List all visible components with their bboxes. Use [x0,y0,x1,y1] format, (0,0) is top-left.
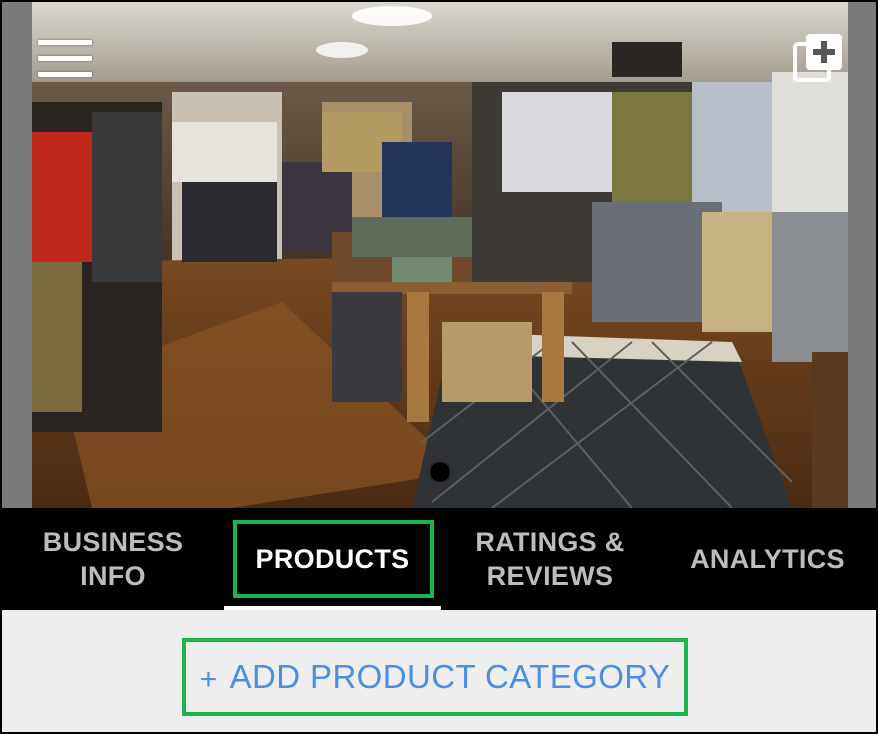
hamburger-menu-icon[interactable] [38,38,92,82]
tab-ratings-reviews[interactable]: RATINGS & REVIEWS [441,508,659,610]
add-product-category-button[interactable]: + ADD PRODUCT CATEGORY [182,638,688,716]
store-photo [32,2,848,508]
hero-banner [2,2,876,508]
products-content: + ADD PRODUCT CATEGORY [2,610,876,732]
app-frame: BUSINESS INFO PRODUCTS RATINGS & REVIEWS… [0,0,878,734]
plus-icon: + [199,663,218,696]
tab-bar: BUSINESS INFO PRODUCTS RATINGS & REVIEWS… [2,508,876,610]
add-photo-icon[interactable] [792,32,846,84]
add-product-category-label: ADD PRODUCT CATEGORY [229,658,671,695]
tab-business-info[interactable]: BUSINESS INFO [2,508,224,610]
carousel-page-indicator [430,462,450,482]
tab-products[interactable]: PRODUCTS [224,508,441,610]
tab-analytics[interactable]: ANALYTICS [659,508,876,610]
